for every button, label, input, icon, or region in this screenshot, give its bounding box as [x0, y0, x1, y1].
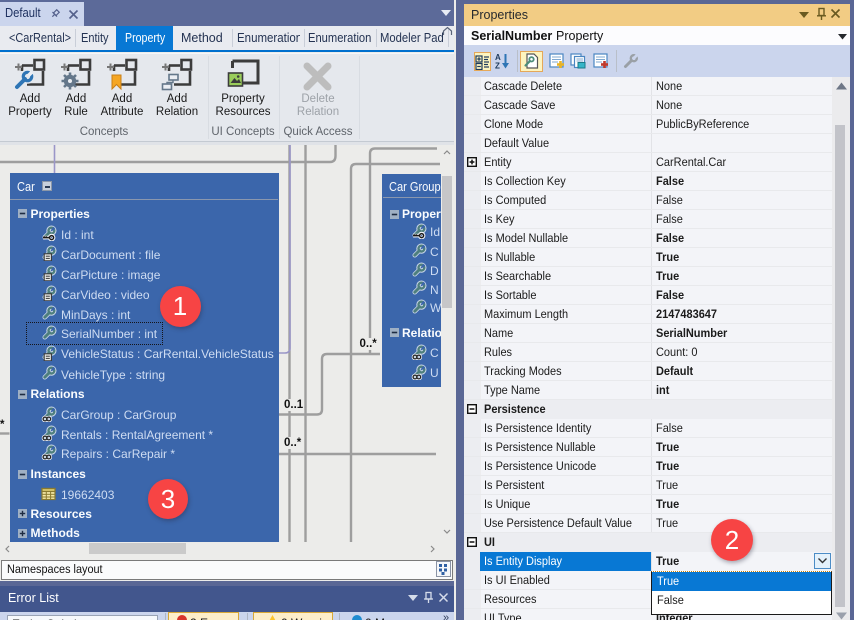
- svg-text:Z: Z: [495, 62, 500, 70]
